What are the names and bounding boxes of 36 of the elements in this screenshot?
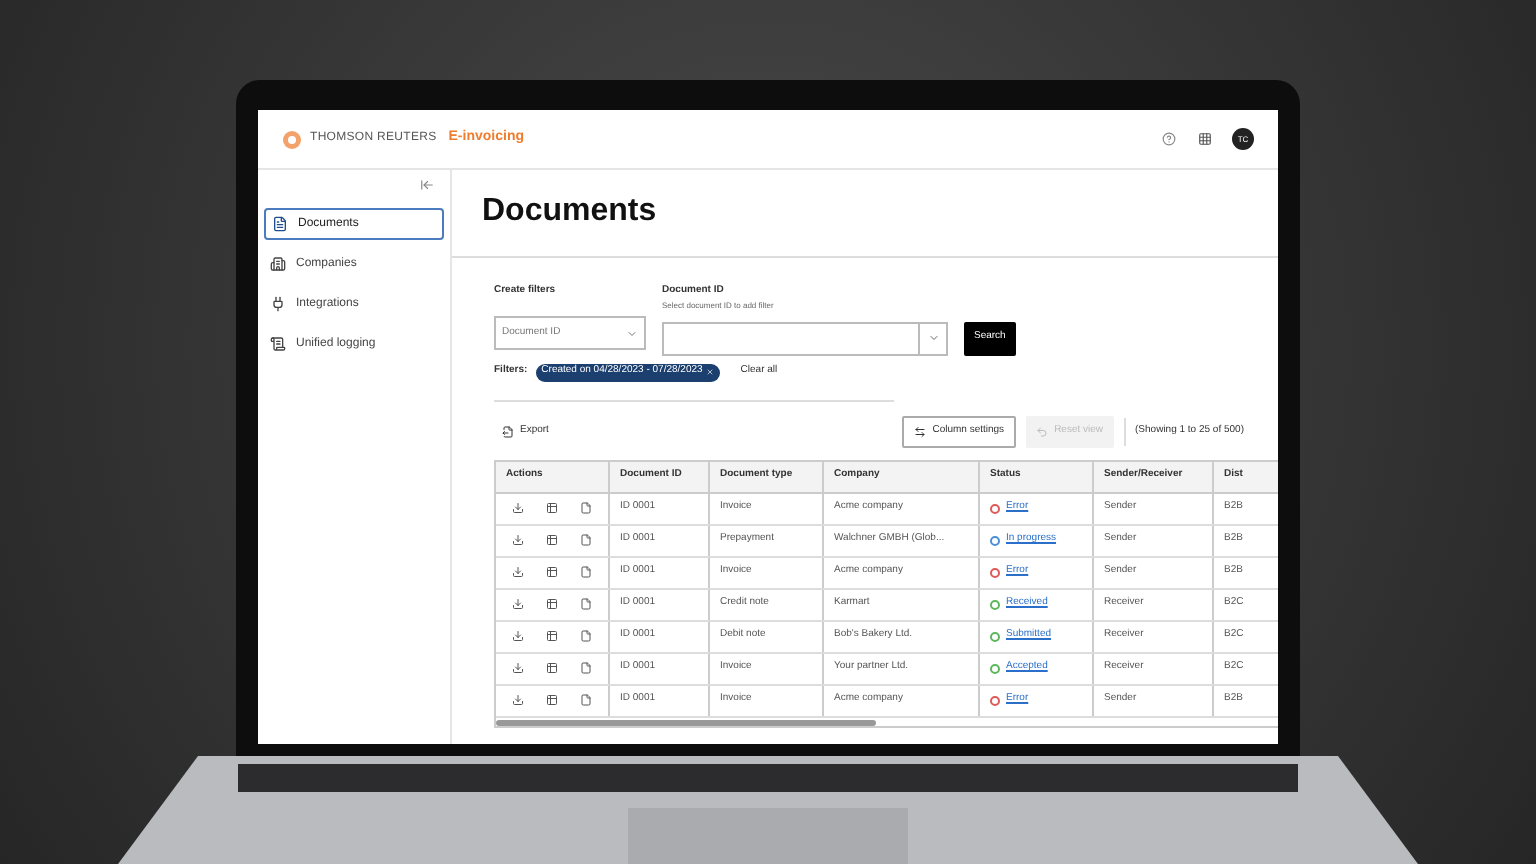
document-icon [272, 216, 288, 232]
file-icon[interactable] [579, 630, 592, 642]
table-icon[interactable] [545, 694, 558, 706]
undo-icon [1036, 425, 1049, 437]
table-icon[interactable] [545, 598, 558, 610]
page-title: Documents [482, 192, 659, 232]
building-icon [270, 256, 286, 272]
download-icon[interactable] [512, 662, 525, 674]
table-icon[interactable] [545, 534, 558, 546]
file-icon[interactable] [579, 662, 592, 674]
file-icon[interactable] [579, 566, 592, 578]
table-icon[interactable] [545, 502, 558, 514]
file-icon[interactable] [579, 534, 592, 546]
caret-icon [626, 327, 638, 339]
help-icon[interactable] [1162, 132, 1176, 146]
download-icon[interactable] [512, 630, 525, 642]
file-icon[interactable] [579, 598, 592, 610]
download-icon[interactable] [512, 694, 525, 706]
swap-icon [914, 425, 927, 437]
apps-icon[interactable] [1198, 132, 1212, 146]
document-id-field[interactable] [662, 321, 948, 355]
table-icon[interactable] [545, 630, 558, 642]
download-icon[interactable] [512, 534, 525, 546]
collapse-icon[interactable] [420, 178, 434, 192]
download-icon[interactable] [512, 566, 525, 578]
caret-icon [927, 332, 939, 344]
log-icon [270, 336, 286, 352]
table-icon[interactable] [545, 662, 558, 674]
file-icon[interactable] [579, 502, 592, 514]
plug-icon [270, 296, 286, 312]
file-icon[interactable] [579, 694, 592, 706]
logo-icon [282, 129, 302, 149]
download-icon[interactable] [512, 598, 525, 610]
export-icon [502, 425, 514, 437]
table-icon[interactable] [545, 566, 558, 578]
download-icon[interactable] [512, 502, 525, 514]
